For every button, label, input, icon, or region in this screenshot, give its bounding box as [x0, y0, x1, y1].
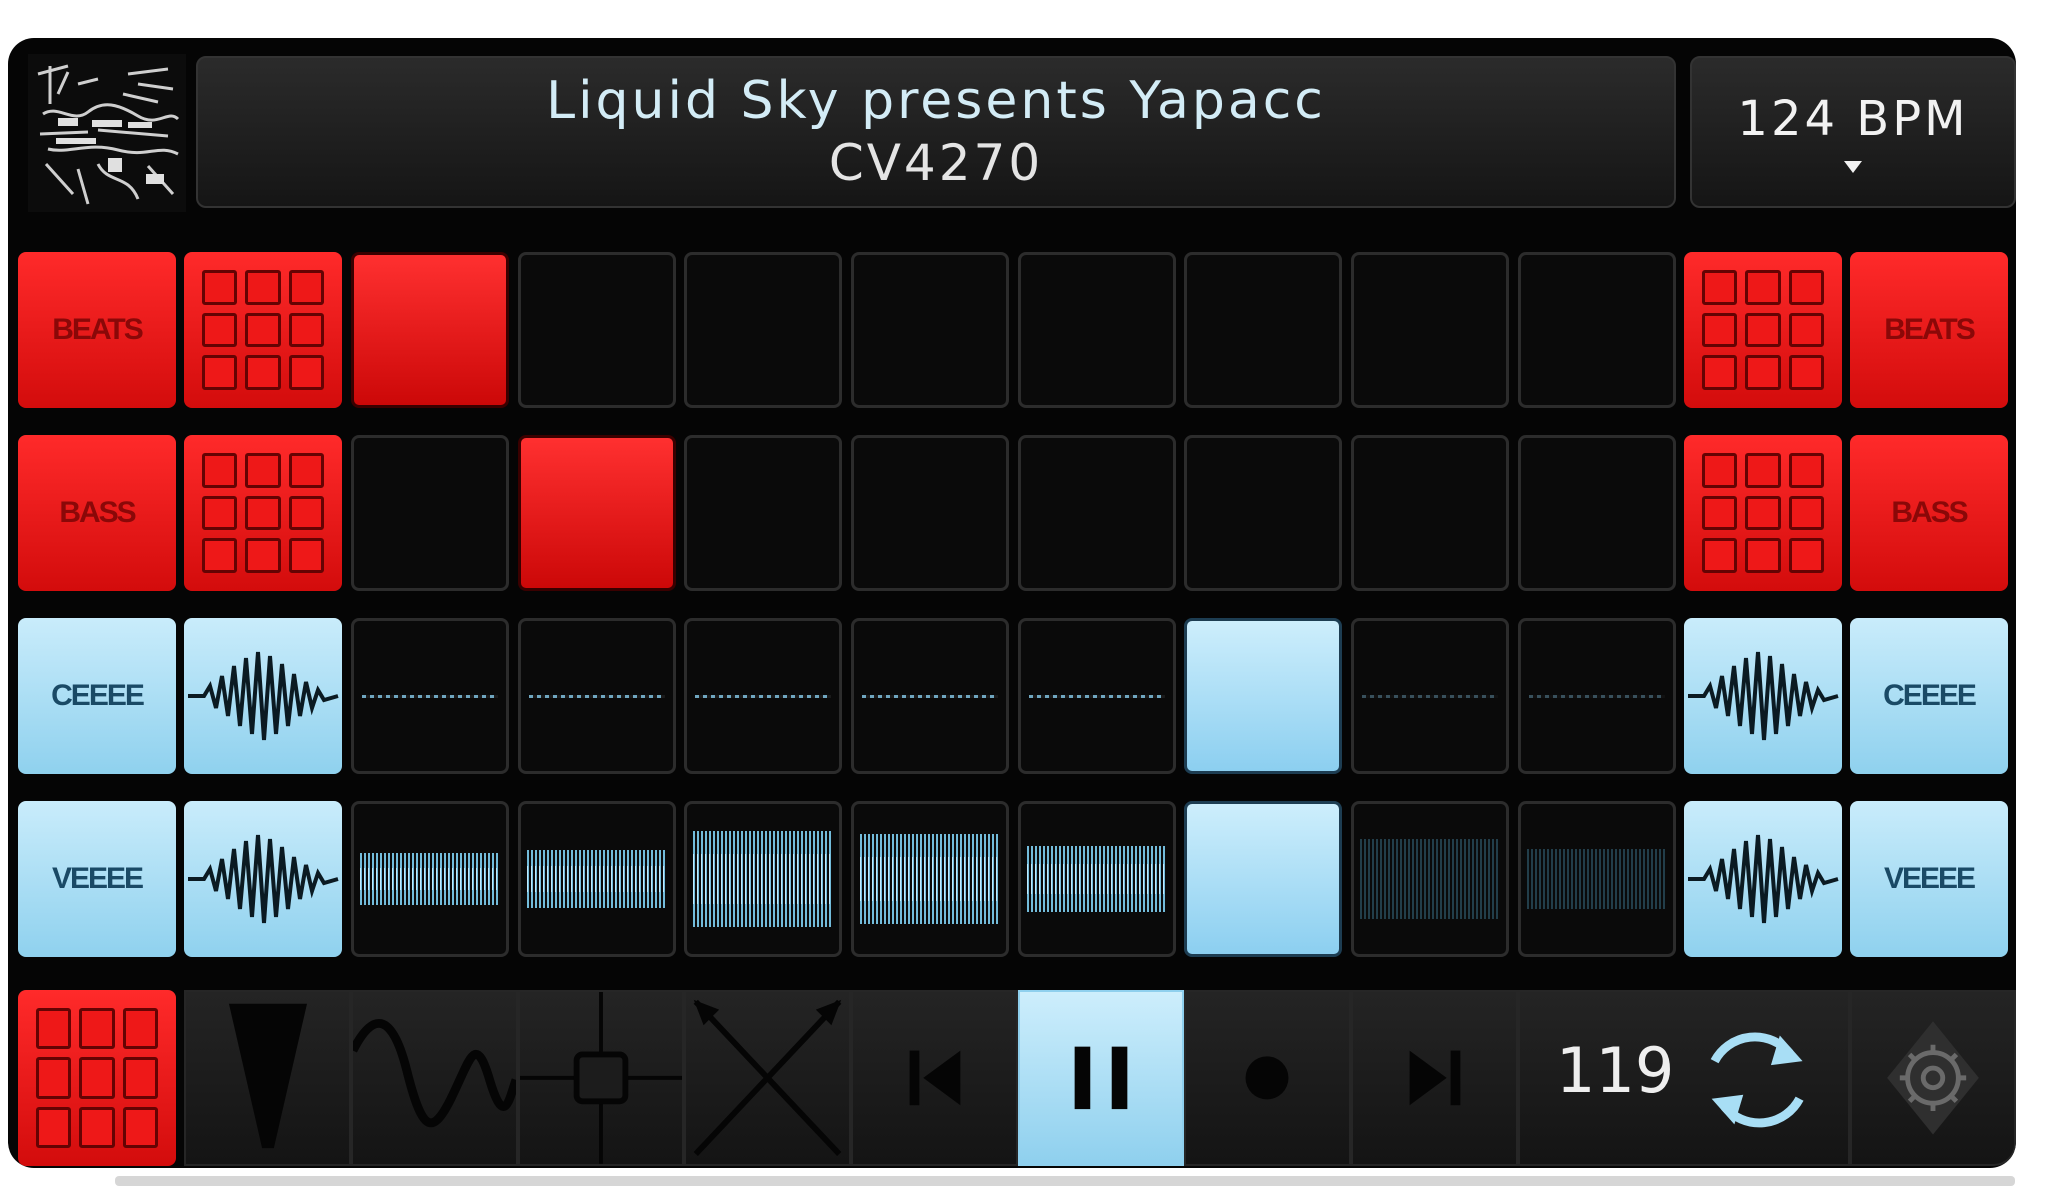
- clip-slot[interactable]: [1518, 252, 1676, 408]
- previous-icon: [909, 1050, 961, 1106]
- wave-button[interactable]: [351, 990, 518, 1166]
- app-window: Liquid Sky presents Yapacc CV4270 124 BP…: [8, 38, 2016, 1168]
- pad-grid-icon[interactable]: [184, 435, 342, 591]
- clip-slot-active[interactable]: [518, 435, 676, 591]
- record-icon: [1245, 1056, 1289, 1100]
- clip-slot[interactable]: [684, 618, 842, 774]
- clip-slot[interactable]: [518, 618, 676, 774]
- clip-slot[interactable]: [684, 801, 842, 957]
- pad-grid-icon[interactable]: [1684, 435, 1842, 591]
- row-label-bass-left[interactable]: BASS: [18, 435, 176, 591]
- xy-pad-button[interactable]: [518, 990, 684, 1166]
- clip-slot[interactable]: [1518, 801, 1676, 957]
- grid-menu-button[interactable]: [18, 990, 176, 1166]
- filter-button[interactable]: [184, 990, 351, 1166]
- loop-icon: [1710, 1032, 1804, 1128]
- clip-slot[interactable]: [851, 435, 1009, 591]
- next-button[interactable]: [1351, 990, 1518, 1166]
- clip-slot[interactable]: [351, 435, 509, 591]
- record-button[interactable]: [1184, 990, 1351, 1166]
- loop-counter-panel[interactable]: 119: [1518, 990, 1850, 1166]
- previous-button[interactable]: [851, 990, 1018, 1166]
- clip-slot[interactable]: [518, 252, 676, 408]
- row-label-beats-left[interactable]: BEATS: [18, 252, 176, 408]
- clip-slot[interactable]: [1184, 252, 1342, 408]
- clip-slot-active[interactable]: [1184, 618, 1342, 774]
- wave-icon: [353, 1019, 516, 1127]
- clip-slot[interactable]: [1518, 435, 1676, 591]
- clip-slot[interactable]: [1351, 252, 1509, 408]
- pause-button[interactable]: [1018, 990, 1184, 1166]
- screen-shadow: [115, 1176, 2015, 1186]
- next-icon: [1409, 1050, 1461, 1106]
- row-label-beats-right[interactable]: BEATS: [1850, 252, 2008, 408]
- clip-slot[interactable]: [518, 801, 676, 957]
- waveform-icon[interactable]: [1684, 618, 1842, 774]
- row-label-ceeee-right[interactable]: CEEEE: [1850, 618, 2008, 774]
- clip-slot[interactable]: [1351, 618, 1509, 774]
- crossfader-button[interactable]: [684, 990, 851, 1166]
- crossfader-icon: [693, 999, 842, 1157]
- row-label-bass-right[interactable]: BASS: [1850, 435, 2008, 591]
- row-label-veeee-right[interactable]: VEEEE: [1850, 801, 2008, 957]
- track-catalog-number: CV4270: [828, 134, 1044, 192]
- clip-slot[interactable]: [1518, 618, 1676, 774]
- clip-slot[interactable]: [1018, 618, 1176, 774]
- clip-slot[interactable]: [1184, 435, 1342, 591]
- clip-slot[interactable]: [351, 801, 509, 957]
- row-label-ceeee-left[interactable]: CEEEE: [18, 618, 176, 774]
- clip-slot[interactable]: [1018, 801, 1176, 957]
- waveform-icon[interactable]: [184, 801, 342, 957]
- clip-slot[interactable]: [1351, 435, 1509, 591]
- clip-slot-active[interactable]: [1184, 801, 1342, 957]
- album-art-logo[interactable]: [28, 54, 186, 212]
- pad-grid-icon[interactable]: [184, 252, 342, 408]
- waveform-icon[interactable]: [1684, 801, 1842, 957]
- bpm-value: 124 BPM: [1737, 91, 1969, 147]
- settings-icon: [1887, 1021, 1979, 1135]
- track-title-display: Liquid Sky presents Yapacc CV4270: [196, 56, 1676, 208]
- settings-button[interactable]: [1850, 990, 2016, 1166]
- clip-slot[interactable]: [351, 618, 509, 774]
- clip-slot[interactable]: [1351, 801, 1509, 957]
- dropdown-arrow-icon: [1844, 161, 1862, 173]
- bpm-selector[interactable]: 124 BPM: [1690, 56, 2016, 208]
- clip-slot[interactable]: [684, 252, 842, 408]
- pause-icon: [1074, 1046, 1128, 1110]
- xy-pad-icon: [520, 992, 682, 1164]
- waveform-icon[interactable]: [184, 618, 342, 774]
- track-title: Liquid Sky presents Yapacc: [546, 71, 1326, 131]
- clip-slot[interactable]: [1018, 252, 1176, 408]
- clip-slot[interactable]: [851, 618, 1009, 774]
- clip-slot[interactable]: [684, 435, 842, 591]
- filter-icon: [228, 1003, 308, 1149]
- row-label-veeee-left[interactable]: VEEEE: [18, 801, 176, 957]
- pad-grid-icon[interactable]: [1684, 252, 1842, 408]
- clip-slot[interactable]: [1018, 435, 1176, 591]
- clip-slot[interactable]: [851, 252, 1009, 408]
- clip-slot-active[interactable]: [351, 252, 509, 408]
- clip-slot[interactable]: [851, 801, 1009, 957]
